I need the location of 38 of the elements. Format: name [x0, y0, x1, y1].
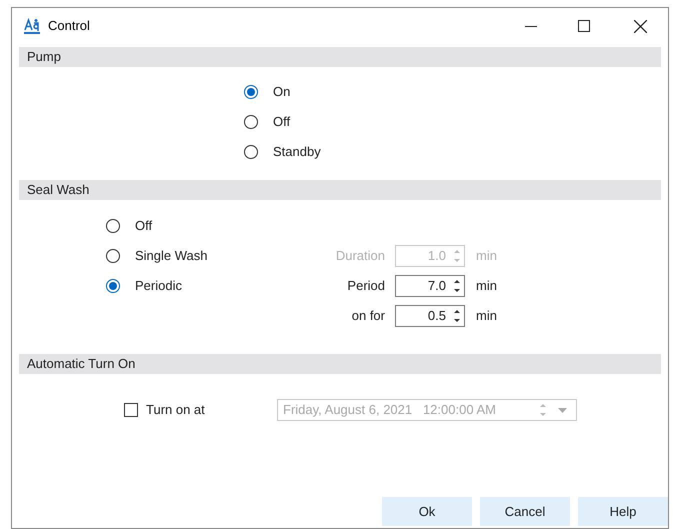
section-header: Seal Wash [19, 180, 661, 200]
dialog-button[interactable]: Cancel [480, 497, 570, 526]
radio-label: Standby [273, 143, 321, 162]
field-label: Duration [334, 247, 385, 266]
dialog-button[interactable]: Ok [382, 497, 472, 526]
radio-button[interactable] [244, 115, 258, 129]
radio-label: Single Wash [135, 247, 208, 266]
section-header: Pump [19, 47, 661, 67]
spin-arrows-icon[interactable] [454, 279, 460, 293]
checkbox-label: Turn on at [146, 401, 205, 420]
radio-button[interactable] [106, 249, 120, 263]
field-label: Period [346, 277, 385, 296]
radio-label: Off [135, 217, 152, 236]
spin-value: 1.0 [428, 247, 446, 266]
maximize-icon [578, 20, 590, 32]
radio-button[interactable] [244, 85, 258, 99]
field-label: on for [350, 307, 385, 326]
app-logo-icon [24, 18, 40, 34]
radio-label: Off [273, 113, 290, 132]
window-title: Control [48, 17, 90, 36]
spin-field[interactable]: 0.5 [395, 305, 465, 327]
radio-label: Periodic [135, 277, 182, 296]
radio-button[interactable] [106, 219, 120, 233]
spin-value: 7.0 [428, 277, 446, 296]
unit-label: min [476, 307, 497, 326]
dialog-button[interactable]: Help [578, 497, 668, 526]
spin-arrows-icon[interactable] [454, 309, 460, 323]
close-icon [634, 20, 646, 32]
radio-button[interactable] [244, 145, 258, 159]
radio-button[interactable] [106, 279, 120, 293]
checkbox[interactable] [124, 403, 138, 417]
section-header: Automatic Turn On [19, 354, 661, 374]
datetime-value: Friday, August 6, 2021 12:00:00 AM [283, 401, 496, 420]
spin-field[interactable]: 7.0 [395, 275, 465, 297]
radio-label: On [273, 83, 290, 102]
spin-value: 0.5 [428, 307, 446, 326]
unit-label: min [476, 277, 497, 296]
unit-label: min [476, 247, 497, 266]
